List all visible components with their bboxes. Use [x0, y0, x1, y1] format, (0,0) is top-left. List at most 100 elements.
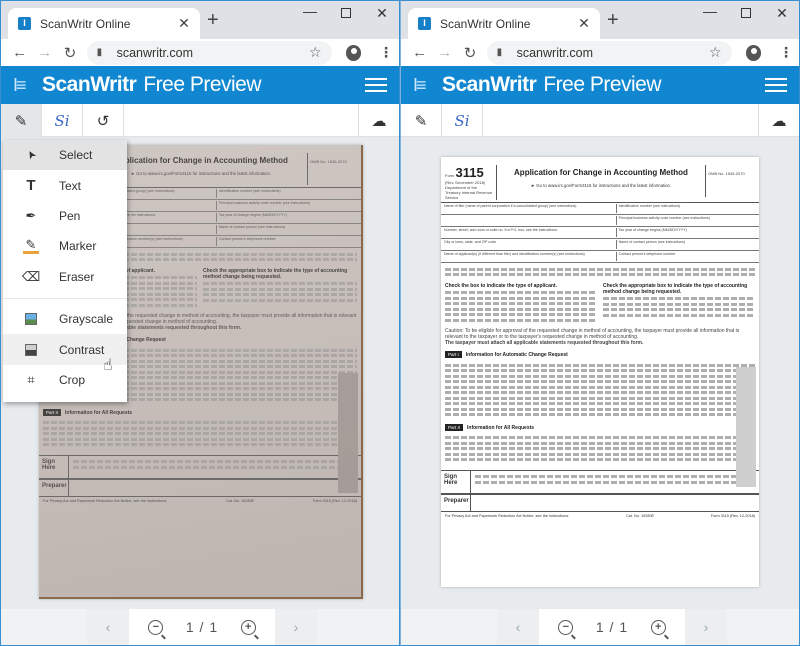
url-text: scanwritr.com: [516, 45, 594, 60]
menu-item-select[interactable]: ➤ Select: [3, 140, 127, 171]
processed-page: Form 3115 (Rev. December 2018) Department…: [441, 157, 759, 587]
page-indicator: 1 / 1: [185, 619, 219, 635]
zoom-out-button[interactable]: −: [558, 619, 574, 635]
pager-bar: ‹ − 1 / 1 + ›: [401, 609, 799, 645]
download-button[interactable]: ☁: [358, 104, 399, 137]
chevron-right-icon: ›: [293, 619, 299, 635]
document-viewer: Form 3115 (Rev. December 2018) Department…: [401, 137, 799, 611]
prev-page-button[interactable]: ‹: [87, 609, 129, 645]
grayscale-icon: [23, 311, 39, 327]
reload-button[interactable]: ↻: [457, 44, 482, 62]
crop-icon: ⌗: [27, 371, 35, 387]
cloud-download-icon: ☁: [771, 112, 787, 130]
lock-icon: ▮: [96, 47, 103, 58]
tab-title: ScanWritr Online: [440, 16, 531, 31]
pen-tool-button[interactable]: ✎: [1, 104, 42, 137]
app-subtitle: Free Preview: [543, 73, 662, 96]
minimize-button[interactable]: —: [295, 3, 325, 19]
maximize-button[interactable]: [731, 5, 761, 21]
new-tab-button[interactable]: +: [207, 10, 219, 30]
url-input[interactable]: ▮ scanwritr.com ☆: [86, 40, 332, 65]
tab-strip: I ScanWritr Online ✕ + — ✕: [401, 1, 799, 39]
tab-close-icon[interactable]: ✕: [576, 15, 592, 32]
download-button[interactable]: ☁: [758, 104, 799, 137]
tab-strip: I ScanWritr Online ✕ + — ✕: [1, 1, 399, 39]
cloud-download-icon: ☁: [371, 112, 387, 130]
back-button[interactable]: ←: [7, 44, 32, 61]
forward-button[interactable]: →: [432, 44, 457, 61]
minimize-button[interactable]: —: [695, 3, 725, 19]
text-icon: T: [26, 177, 36, 195]
marker-icon: ✎: [23, 237, 39, 255]
signature-button[interactable]: Si: [42, 104, 83, 137]
app-header: I≡ ScanWritr Free Preview: [1, 66, 399, 104]
zoom-out-button[interactable]: −: [148, 619, 164, 635]
new-tab-button[interactable]: +: [607, 10, 619, 30]
maximize-button[interactable]: [331, 5, 361, 21]
document-content-clean: Form 3115 (Rev. December 2018) Department…: [441, 157, 759, 587]
hamburger-menu-icon[interactable]: [765, 74, 787, 96]
chevron-left-icon: ‹: [105, 619, 111, 635]
browser-tab[interactable]: I ScanWritr Online ✕: [408, 8, 600, 39]
menu-item-text[interactable]: T Text: [3, 170, 127, 200]
chevron-right-icon: ›: [703, 619, 709, 635]
forward-button[interactable]: →: [32, 44, 57, 61]
signature-icon: Si: [54, 111, 70, 130]
pager-bar: ‹ − 1 / 1 + ›: [1, 609, 399, 645]
editor-toolbar: ✎ Si ↺ ☁: [1, 104, 399, 137]
profile-avatar-icon[interactable]: [745, 44, 762, 61]
zoom-in-button[interactable]: +: [650, 619, 666, 635]
pen-icon: ✒: [25, 207, 37, 223]
menu-divider: [3, 297, 127, 299]
maximize-icon: [741, 8, 751, 18]
tab-close-icon[interactable]: ✕: [176, 15, 192, 32]
close-window-button[interactable]: ✕: [767, 5, 797, 22]
browser-tab[interactable]: I ScanWritr Online ✕: [8, 8, 200, 39]
address-bar: ← → ↻ ▮ scanwritr.com ☆ ⋮: [401, 39, 799, 66]
cursor-arrow-icon: ➤: [23, 147, 39, 162]
bookmark-star-icon[interactable]: ☆: [709, 44, 722, 61]
pencil-icon: ✎: [14, 112, 28, 130]
browser-window-right: I ScanWritr Online ✕ + — ✕ ← → ↻ ▮ scanw…: [400, 0, 800, 646]
scanwritr-logo-icon: I≡: [413, 74, 427, 95]
page-indicator: 1 / 1: [595, 619, 629, 635]
tab-title: ScanWritr Online: [40, 16, 131, 31]
menu-item-grayscale[interactable]: Grayscale: [3, 304, 127, 334]
pencil-icon: ✎: [414, 112, 428, 130]
lock-icon: ▮: [496, 47, 503, 58]
app-subtitle: Free Preview: [143, 73, 262, 96]
url-input[interactable]: ▮ scanwritr.com ☆: [486, 40, 732, 65]
signature-icon: Si: [454, 111, 470, 130]
scanwritr-favicon-icon: I: [18, 17, 31, 30]
undo-icon: ↺: [96, 112, 110, 130]
pen-tool-button[interactable]: ✎: [401, 104, 442, 137]
close-window-button[interactable]: ✕: [367, 5, 397, 22]
form-number: 3115: [455, 165, 484, 180]
contrast-icon: [23, 342, 39, 358]
app-header: I≡ ScanWritr Free Preview: [401, 66, 799, 104]
next-page-button[interactable]: ›: [685, 609, 727, 645]
screen: I ScanWritr Online ✕ + — ✕ ← → ↻ ▮ scanw…: [0, 0, 800, 646]
browser-menu-icon[interactable]: ⋮: [779, 44, 793, 61]
document-title: Application for Change in Accounting Met…: [514, 168, 688, 177]
menu-item-marker[interactable]: ✎ Marker: [3, 231, 127, 261]
reload-button[interactable]: ↻: [57, 44, 82, 62]
hand-pointer-cursor-icon: ☝: [103, 357, 113, 374]
browser-menu-icon[interactable]: ⋮: [379, 44, 393, 61]
profile-avatar-icon[interactable]: [345, 44, 362, 61]
menu-item-eraser[interactable]: ⌫ Eraser: [3, 262, 127, 292]
undo-button[interactable]: ↺: [83, 104, 124, 137]
scanwritr-favicon-icon: I: [418, 17, 431, 30]
back-button[interactable]: ←: [407, 44, 432, 61]
omb-number: OMB No. 1545-2070: [307, 153, 357, 185]
zoom-in-button[interactable]: +: [240, 619, 256, 635]
next-page-button[interactable]: ›: [275, 609, 317, 645]
prev-page-button[interactable]: ‹: [497, 609, 539, 645]
bookmark-star-icon[interactable]: ☆: [309, 44, 322, 61]
url-text: scanwritr.com: [116, 45, 194, 60]
hamburger-menu-icon[interactable]: [365, 74, 387, 96]
app-brand: ScanWritr: [442, 73, 537, 96]
signature-button[interactable]: Si: [442, 104, 483, 137]
yes-no-column: [736, 367, 756, 487]
menu-item-pen[interactable]: ✒ Pen: [3, 201, 127, 231]
